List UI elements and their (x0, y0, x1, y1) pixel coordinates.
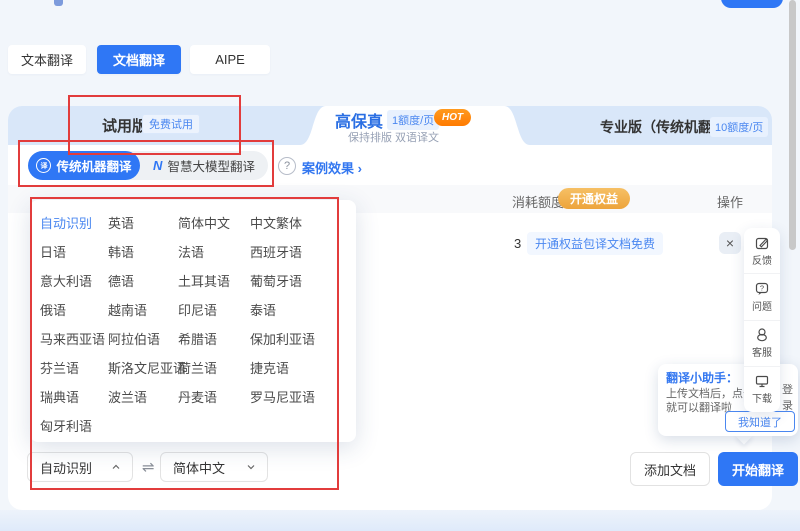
qq-penguin-icon (754, 327, 770, 343)
language-option[interactable]: 希腊语 (178, 329, 250, 348)
language-option[interactable]: 英语 (108, 213, 178, 232)
activate-benefit-button[interactable]: 开通权益 (558, 188, 630, 209)
language-option[interactable]: 土耳其语 (178, 271, 250, 290)
tooltip-line2: 就可以翻译啦 (666, 399, 732, 415)
hot-badge: HOT (434, 109, 471, 126)
svg-text:?: ? (760, 283, 764, 292)
plan-hifi-description: 保持排版 双语译文 (348, 129, 439, 145)
sidebar-item-label: 问题 (752, 298, 772, 313)
partial-login-text: 登录 (782, 381, 798, 413)
sidebar-item-question[interactable]: ? 问题 (744, 273, 780, 319)
target-language-value: 简体中文 (173, 458, 225, 477)
swap-languages-icon[interactable]: ⇌ (142, 458, 155, 476)
plan-hifi-quota-badge: 1额度/页 (387, 110, 439, 130)
language-option[interactable]: 西班牙语 (250, 242, 356, 261)
language-grid: 自动识别 英语 简体中文 中文繁体 日语 韩语 法语 西班牙语 意大利语 德语 … (40, 208, 356, 440)
floating-toolbar: 反馈 ? 问题 客服 下载 (744, 228, 780, 412)
toggle-llm-label: 智慧大模型翻译 (167, 156, 255, 175)
sidebar-item-label: 客服 (752, 344, 772, 359)
plan-pro-quota-badge: 10额度/页 (710, 117, 768, 137)
machine-translate-icon: 译 (36, 158, 51, 173)
sidebar-item-download[interactable]: 下载 (744, 366, 780, 412)
source-language-select[interactable]: 自动识别 (27, 452, 133, 482)
language-option[interactable]: 葡萄牙语 (250, 271, 356, 290)
sidebar-item-feedback[interactable]: 反馈 (744, 228, 780, 273)
vertical-scrollbar[interactable] (789, 0, 796, 250)
remove-document-button[interactable]: × (719, 232, 741, 254)
language-option[interactable]: 丹麦语 (178, 387, 250, 406)
column-operation: 操作 (717, 192, 743, 211)
help-question-icon[interactable]: ? (278, 157, 296, 175)
source-language-value: 自动识别 (40, 458, 92, 477)
language-option[interactable]: 越南语 (108, 300, 178, 319)
case-effect-link[interactable]: 案例效果 › (302, 158, 362, 177)
language-option[interactable]: 荷兰语 (178, 358, 250, 377)
language-option[interactable]: 韩语 (108, 242, 178, 261)
tab-text-translate[interactable]: 文本翻译 (8, 45, 86, 74)
toggle-traditional-mt[interactable]: 译 传统机器翻译 (28, 151, 140, 180)
language-option[interactable]: 自动识别 (40, 213, 108, 232)
language-option[interactable]: 俄语 (40, 300, 108, 319)
question-bubble-icon: ? (754, 281, 770, 297)
engine-toggle: 译 传统机器翻译 N 智慧大模型翻译 (28, 151, 268, 180)
language-option[interactable]: 法语 (178, 242, 250, 261)
language-option[interactable]: 保加利亚语 (250, 329, 356, 348)
language-option[interactable]: 波兰语 (108, 387, 178, 406)
language-option[interactable]: 阿拉伯语 (108, 329, 178, 348)
sidebar-item-customer-service[interactable]: 客服 (744, 320, 780, 366)
sidebar-item-label: 反馈 (752, 252, 772, 267)
got-it-button[interactable]: 我知道了 (725, 411, 795, 432)
tab-aipe[interactable]: AIPE (190, 45, 270, 74)
row-quota-value: 3 (514, 236, 521, 251)
language-option[interactable]: 中文繁体 (250, 213, 356, 232)
toggle-traditional-label: 传统机器翻译 (56, 156, 131, 175)
chevron-down-icon (245, 461, 257, 473)
cropped-logo-fragment (54, 0, 63, 6)
tab-document-translate[interactable]: 文档翻译 (97, 45, 181, 74)
language-option[interactable]: 泰语 (250, 300, 356, 319)
monitor-download-icon (754, 373, 770, 389)
plan-trial-name[interactable]: 试用版 (102, 115, 147, 136)
plan-trial-badge: 免费试用 (142, 114, 200, 134)
language-option[interactable]: 简体中文 (178, 213, 250, 232)
feedback-edit-icon (754, 235, 770, 251)
cropped-top-right-button[interactable] (721, 0, 783, 8)
document-translate-page: 文本翻译 文档翻译 AIPE 试用版 免费试用 高保真 1额度/页 HOT 保持… (0, 0, 800, 531)
page-footer-background (0, 510, 800, 531)
language-option[interactable]: 芬兰语 (40, 358, 108, 377)
language-option[interactable]: 罗马尼亚语 (250, 387, 356, 406)
toggle-llm-mt[interactable]: N 智慧大模型翻译 (140, 151, 268, 180)
language-option[interactable]: 日语 (40, 242, 108, 261)
language-option[interactable]: 捷克语 (250, 358, 356, 377)
language-option[interactable]: 马来西亚语 (40, 329, 108, 348)
tooltip-title: 翻译小助手： (666, 369, 738, 386)
column-consume-quota: 消耗额度 (512, 192, 564, 211)
benefit-package-link[interactable]: 开通权益包译文档免费 (527, 232, 663, 255)
language-option[interactable]: 德语 (108, 271, 178, 290)
language-option[interactable]: 意大利语 (40, 271, 108, 290)
language-option[interactable]: 匈牙利语 (40, 416, 108, 435)
start-translate-button[interactable]: 开始翻译 (718, 452, 798, 486)
plan-pro-name[interactable]: 专业版（传统机翻） (600, 117, 726, 137)
target-language-select[interactable]: 简体中文 (160, 452, 268, 482)
language-option[interactable]: 印尼语 (178, 300, 250, 319)
language-option[interactable]: 斯洛文尼亚语 (108, 358, 178, 377)
add-document-button[interactable]: 添加文档 (630, 452, 710, 486)
language-option[interactable]: 瑞典语 (40, 387, 108, 406)
llm-model-icon: N (153, 158, 162, 173)
sidebar-item-label: 下载 (752, 390, 772, 405)
chevron-up-icon (110, 461, 122, 473)
language-dropdown-panel: 自动识别 英语 简体中文 中文繁体 日语 韩语 法语 西班牙语 意大利语 德语 … (30, 200, 356, 442)
